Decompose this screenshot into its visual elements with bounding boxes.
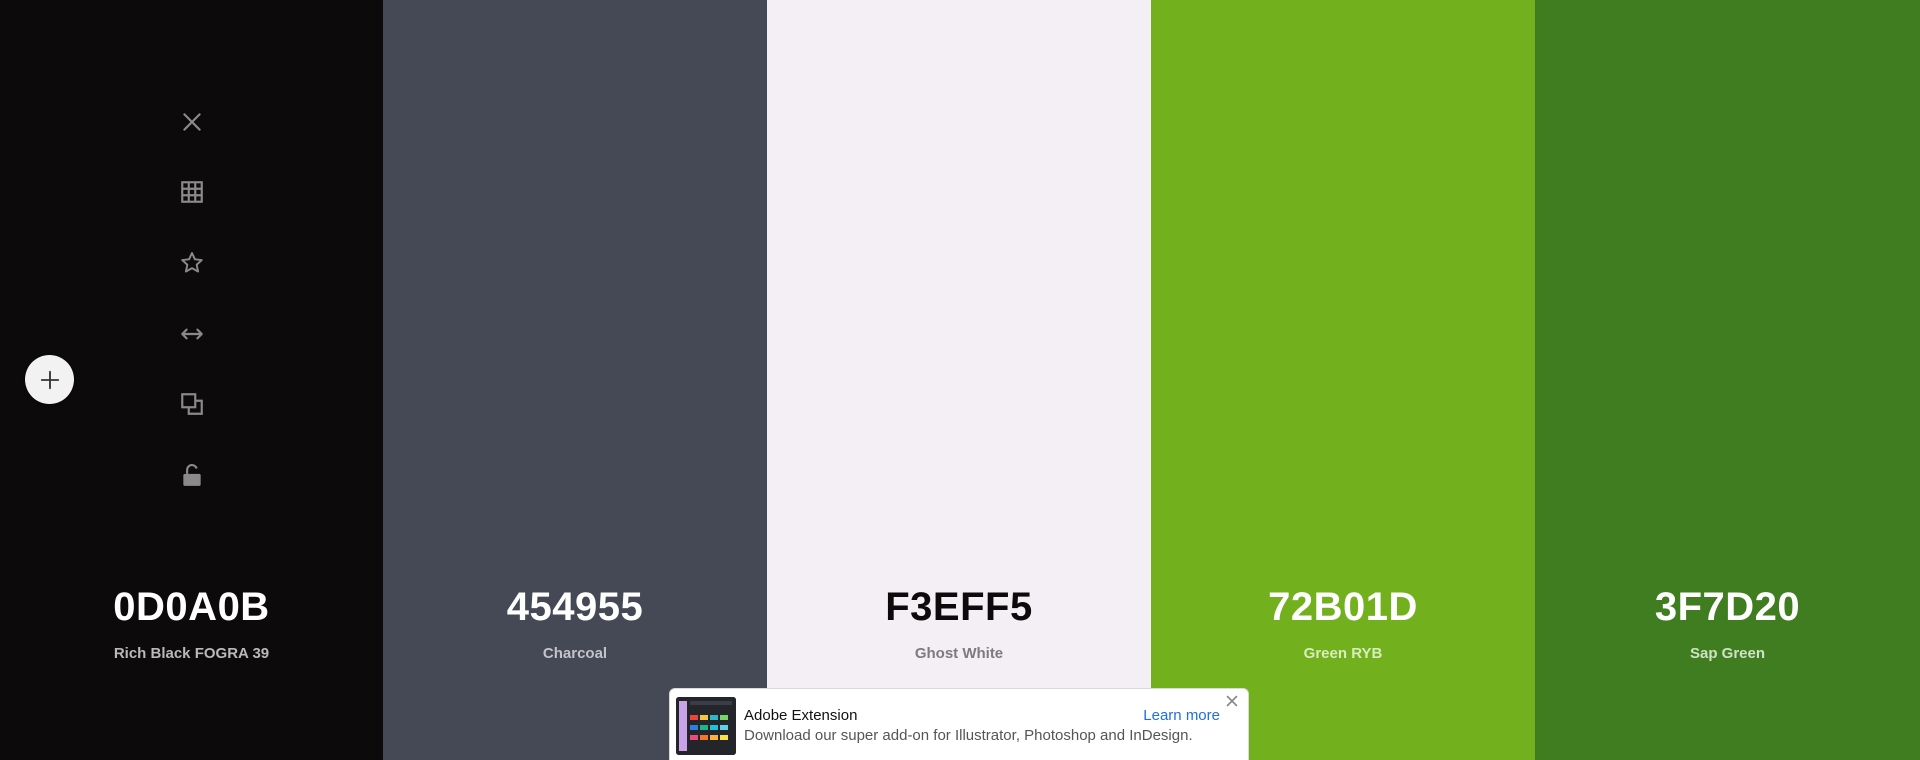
copy-icon — [181, 393, 203, 415]
swatch-hex[interactable]: 3F7D20 — [1535, 585, 1920, 630]
swatch-name[interactable]: Green RYB — [1151, 645, 1535, 662]
swatch-hex[interactable]: 454955 — [383, 585, 767, 630]
swatch-name[interactable]: Ghost White — [767, 645, 1151, 662]
swatch-hex[interactable]: F3EFF5 — [767, 585, 1151, 630]
grid-icon — [181, 181, 203, 203]
ad-description: Download our super add-on for Illustrato… — [744, 727, 1193, 744]
swatch-ghost-white[interactable]: F3EFF5 Ghost White — [767, 0, 1151, 760]
swatch-name[interactable]: Charcoal — [383, 645, 767, 662]
learn-more-link[interactable]: Learn more — [1143, 707, 1220, 724]
lock-color-button[interactable] — [170, 453, 214, 497]
remove-color-button[interactable] — [170, 100, 214, 144]
add-color-button[interactable] — [25, 355, 74, 404]
unlock-icon — [183, 464, 201, 486]
swatch-hex[interactable]: 0D0A0B — [0, 585, 383, 630]
ad-banner[interactable]: Adobe Extension Download our super add-o… — [669, 688, 1249, 760]
ad-title: Adobe Extension — [744, 707, 858, 724]
extension-preview-image — [676, 697, 736, 755]
drag-button[interactable] — [170, 312, 214, 356]
swatch-sap-green[interactable]: 3F7D20 Sap Green — [1535, 0, 1920, 760]
arrows-horizontal-icon — [181, 328, 203, 340]
swatch-charcoal[interactable]: 454955 Charcoal — [383, 0, 767, 760]
close-icon — [183, 113, 201, 131]
close-icon — [1226, 695, 1238, 707]
view-shades-button[interactable] — [170, 170, 214, 214]
palette: 0D0A0B Rich Black FOGRA 39 454955 Charco… — [0, 0, 1920, 760]
swatch-green-ryb[interactable]: 72B01D Green RYB — [1151, 0, 1535, 760]
copy-hex-button[interactable] — [170, 382, 214, 426]
star-icon — [181, 252, 203, 273]
swatch-name[interactable]: Rich Black FOGRA 39 — [0, 645, 383, 662]
swatch-hex[interactable]: 72B01D — [1151, 585, 1535, 630]
ad-thumbnail — [676, 697, 736, 755]
save-color-button[interactable] — [170, 241, 214, 285]
plus-icon — [40, 370, 59, 389]
swatch-name[interactable]: Sap Green — [1535, 645, 1920, 662]
ad-close-button[interactable] — [1224, 693, 1240, 709]
